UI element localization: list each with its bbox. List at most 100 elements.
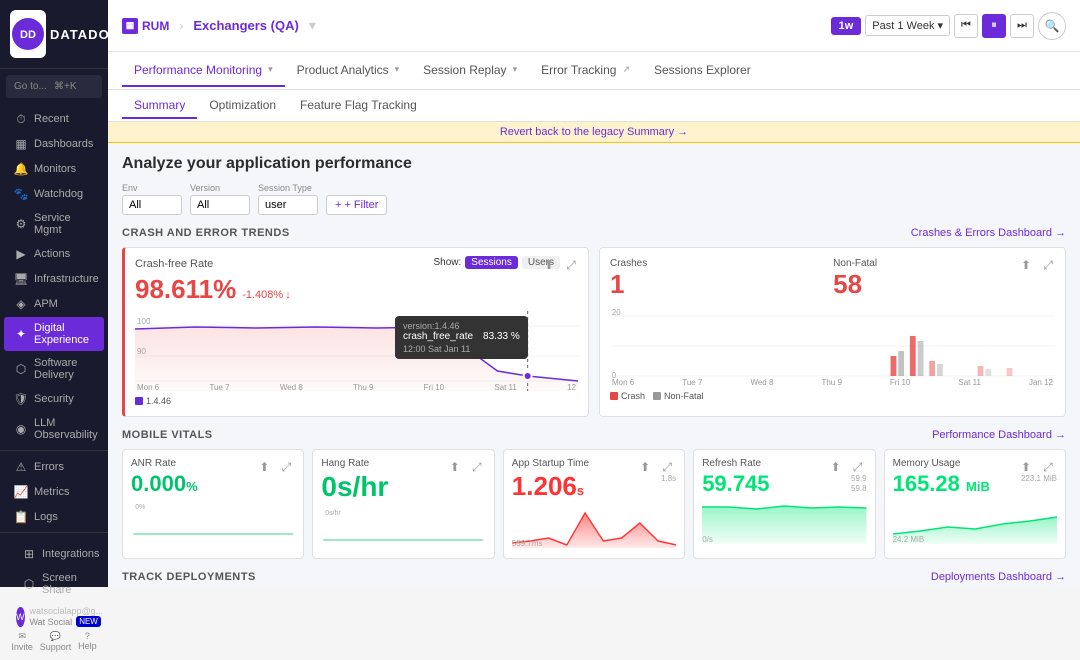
- svg-text:DD: DD: [20, 29, 36, 41]
- filter-button[interactable]: + + Filter: [326, 195, 387, 215]
- version-select[interactable]: All: [190, 195, 250, 215]
- hang-share-icon[interactable]: ⬆: [446, 458, 464, 476]
- env-select[interactable]: All: [122, 195, 182, 215]
- subtab-summary[interactable]: Summary: [122, 93, 197, 119]
- memory-min: 24.2 MiB: [893, 535, 925, 544]
- tooltip-value: 83.33 %: [483, 331, 520, 342]
- legend-crash: Crash: [621, 391, 645, 401]
- infrastructure-icon: 🖥: [14, 272, 28, 286]
- deploy-link[interactable]: Deployments Dashboard →: [931, 571, 1066, 583]
- expand-icon[interactable]: ⤢: [562, 256, 580, 274]
- vital-anr: ANR Rate ⬆ ⤢ 0.000% 0%: [122, 449, 304, 559]
- search-button[interactable]: 🔍: [1038, 12, 1066, 40]
- errors-icon: ⚠: [14, 460, 28, 474]
- crashes-card: Crashes 1 Non-Fatal 58 ⬆ ⤢: [599, 247, 1066, 417]
- time-back-btn[interactable]: ⏮: [954, 14, 978, 38]
- tab-session-replay[interactable]: Session Replay ▾: [411, 55, 529, 87]
- session-replay-dropdown-icon: ▾: [513, 64, 518, 75]
- time-forward-btn[interactable]: ⏭: [1010, 14, 1034, 38]
- sessions-toggle[interactable]: Sessions: [465, 256, 518, 269]
- legend-dot-nonfatal: [653, 392, 661, 400]
- perf-dashboard-link[interactable]: Performance Dashboard →: [932, 429, 1066, 441]
- crashes-card-actions: ⬆ ⤢: [1017, 256, 1057, 274]
- page-content: Analyze your application performance Env…: [108, 143, 1080, 587]
- refresh-share-icon[interactable]: ⬆: [827, 458, 845, 476]
- nav-tabs: Performance Monitoring ▾ Product Analyti…: [108, 52, 1080, 90]
- time-pause-btn[interactable]: ⏸: [982, 14, 1006, 38]
- crashes-expand-icon[interactable]: ⤢: [1039, 256, 1057, 274]
- tab-performance-monitoring[interactable]: Performance Monitoring ▾: [122, 55, 285, 87]
- subtab-feature-flag[interactable]: Feature Flag Tracking: [288, 93, 429, 119]
- time-select[interactable]: Past 1 Week ▾: [865, 15, 950, 36]
- crash-charts: Crash-free Rate 98.611% -1.408% ↓ Show: …: [122, 247, 1066, 417]
- invite-button[interactable]: ✉Invite: [11, 631, 33, 652]
- session-type-filter: Session Type user: [258, 183, 318, 215]
- share-icon[interactable]: ⬆: [540, 256, 558, 274]
- sidebar-item-screen-share[interactable]: ⬡Screen Share: [12, 567, 96, 601]
- anr-share-icon[interactable]: ⬆: [255, 458, 273, 476]
- topbar-chevron[interactable]: ▾: [309, 17, 316, 34]
- delta-value: -1.408%: [242, 289, 283, 301]
- session-type-select[interactable]: user: [258, 195, 318, 215]
- sidebar-item-recent[interactable]: ⏱Recent: [4, 107, 104, 131]
- sidebar-item-digital-experience[interactable]: ✦Digital Experience: [4, 317, 104, 351]
- sidebar-item-dashboards[interactable]: ▦Dashboards: [4, 132, 104, 156]
- legend-item-version: 1.4.46: [135, 396, 171, 406]
- delta-icon: ↓: [285, 289, 291, 301]
- deploy-header: Track Deployments Deployments Dashboard …: [122, 571, 1066, 583]
- search-shortcut: ⌘+K: [54, 81, 94, 92]
- sidebar-item-llm[interactable]: ◉LLM Observability: [4, 412, 104, 446]
- user-item[interactable]: W watsocialapp@g... Wat Social NEW: [8, 602, 100, 631]
- anr-expand-icon[interactable]: ⤢: [277, 458, 295, 476]
- llm-icon: ◉: [14, 422, 28, 436]
- sidebar-item-apm[interactable]: ◈APM: [4, 292, 104, 316]
- sidebar-item-service-mgmt[interactable]: ⚙Service Mgmt: [4, 207, 104, 241]
- crashes-chart: 20 0: [610, 306, 1055, 376]
- tab-sessions-explorer[interactable]: Sessions Explorer: [642, 55, 763, 87]
- sidebar-item-logs[interactable]: 📋Logs: [4, 505, 104, 529]
- sidebar-item-watchdog[interactable]: 🐾Watchdog: [4, 182, 104, 206]
- startup-share-icon[interactable]: ⬆: [636, 458, 654, 476]
- anr-actions: ⬆ ⤢: [255, 458, 295, 476]
- deployments-section: Track Deployments Deployments Dashboard …: [122, 571, 1066, 587]
- sidebar-item-monitors[interactable]: 🔔Monitors: [4, 157, 104, 181]
- svg-text:0s/hr: 0s/hr: [326, 510, 342, 517]
- crash-free-card-actions: ⬆ ⤢: [540, 256, 580, 274]
- subtab-optimization[interactable]: Optimization: [197, 93, 288, 119]
- help-button[interactable]: ?Help: [78, 631, 97, 652]
- time-badge[interactable]: 1w: [831, 17, 862, 35]
- crashes-legend: Crash Non-Fatal: [610, 391, 1055, 401]
- hang-value: 0s/hr: [321, 473, 485, 501]
- integrations-icon: ⊞: [22, 547, 36, 561]
- legacy-link[interactable]: Revert back to the legacy Summary →: [500, 126, 688, 138]
- sidebar-item-software-delivery[interactable]: ⬡Software Delivery: [4, 352, 104, 386]
- env-label: Env: [122, 183, 182, 193]
- vital-refresh: Refresh Rate ⬆ ⤢ 59.9 59.8 59.745: [693, 449, 875, 559]
- hang-chart: 0s/hr: [321, 505, 485, 550]
- hang-expand-icon[interactable]: ⤢: [468, 458, 486, 476]
- tab-product-analytics[interactable]: Product Analytics ▾: [285, 55, 412, 87]
- sidebar-item-errors[interactable]: ⚠Errors: [4, 455, 104, 479]
- metrics-icon: 📈: [14, 485, 28, 499]
- sidebar-item-integrations[interactable]: ⊞Integrations: [12, 542, 96, 566]
- legacy-banner[interactable]: Revert back to the legacy Summary →: [108, 122, 1080, 143]
- crash-free-legend: 1.4.46: [135, 396, 578, 406]
- svg-text:20: 20: [612, 308, 621, 317]
- crash-free-chart: 100 90 version:1.4.46: [135, 311, 578, 381]
- vitals-title: MOBILE VITALS: [122, 429, 213, 441]
- crashes-share-icon[interactable]: ⬆: [1017, 256, 1035, 274]
- sidebar-item-metrics[interactable]: 📈Metrics: [4, 480, 104, 504]
- sidebar-item-security[interactable]: 🛡Security: [4, 387, 104, 411]
- sidebar-item-actions[interactable]: ▶Actions: [4, 242, 104, 266]
- bottom-actions: ✉Invite 💬Support ?Help: [8, 631, 100, 652]
- user-avatar: W: [16, 607, 25, 627]
- sub-tabs: Summary Optimization Feature Flag Tracki…: [108, 90, 1080, 122]
- vital-memory: Memory Usage ⬆ ⤢ 223.1 MiB 165.28 MiB: [884, 449, 1066, 559]
- sidebar-item-infrastructure[interactable]: 🖥Infrastructure: [4, 267, 104, 291]
- search-bar[interactable]: Go to... ⌘+K: [6, 75, 102, 98]
- tab-error-tracking[interactable]: Error Tracking ↗: [529, 55, 642, 87]
- anr-chart: 0%: [131, 499, 295, 544]
- support-button[interactable]: 💬Support: [40, 631, 72, 652]
- crash-dashboard-link[interactable]: Crashes & Errors Dashboard →: [911, 227, 1066, 239]
- logo-icon: DD: [10, 10, 46, 58]
